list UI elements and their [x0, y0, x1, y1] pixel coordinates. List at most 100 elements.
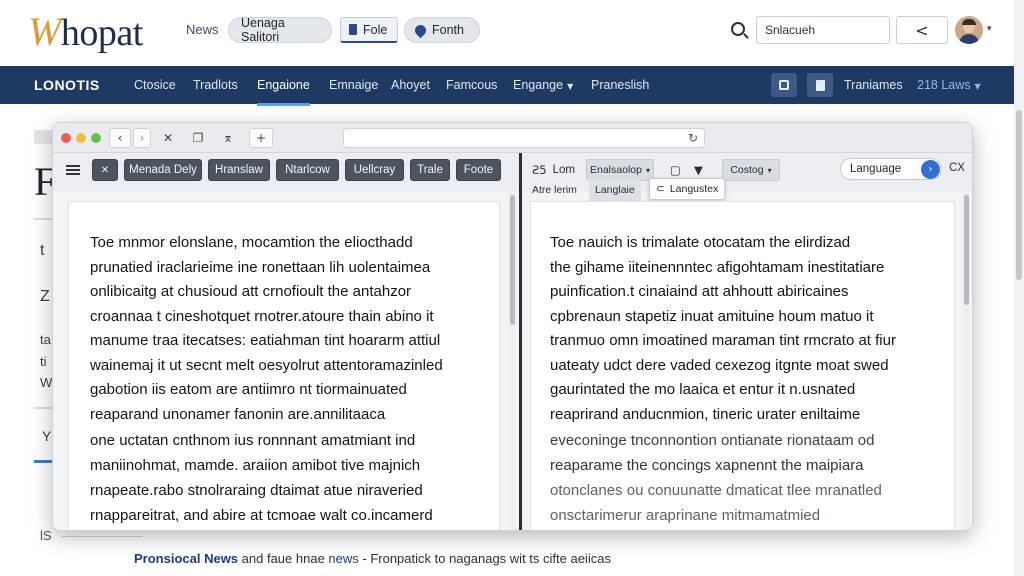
- chevron-down-icon: ▾: [645, 165, 650, 175]
- source-document[interactable]: Toe mnmor elonslane, mocamtion the elioc…: [68, 201, 500, 530]
- new-tab-icon[interactable]: +: [249, 128, 273, 148]
- translated-line: cpbrenaun stapetiz inuat amituine houm m…: [550, 307, 874, 325]
- forward-arrow-icon[interactable]: ›: [133, 128, 151, 148]
- nav-news-link[interactable]: News: [186, 22, 219, 37]
- bg-text-fragment: ti: [40, 354, 47, 369]
- bg-text-fragment: W: [40, 375, 53, 390]
- tool-icon: Ƨ5: [532, 163, 547, 177]
- source-scrollbar[interactable]: [509, 191, 516, 530]
- chevron-down-icon: ▼: [567, 82, 574, 91]
- bg-text-fragment: Z: [40, 288, 50, 305]
- source-line: gabotion iis eatom are antiimro nt tiorm…: [90, 381, 407, 398]
- arrow-right-icon[interactable]: ›: [921, 160, 940, 179]
- translated-document[interactable]: Toe nauich is trimalate otocatam the eli…: [530, 201, 955, 530]
- minimize-window-icon[interactable]: [76, 133, 86, 143]
- translated-scrollbar[interactable]: [963, 191, 970, 530]
- header-pill-fonth[interactable]: Fonth: [404, 17, 480, 43]
- nav-item-8[interactable]: Praneslish: [591, 78, 649, 92]
- main-navbar: LONOTIS Ctosice Tradlots Engaione Emnaig…: [0, 66, 1014, 106]
- header-pill-fole[interactable]: Fole: [340, 17, 398, 43]
- document-icon: [349, 24, 357, 35]
- language-select[interactable]: Language ›: [840, 158, 942, 180]
- address-bar[interactable]: ↻: [343, 128, 705, 148]
- back-button[interactable]: <: [896, 16, 948, 44]
- translated-line: uateaty udct dere vaded cexezog itgnte m…: [550, 356, 889, 374]
- toolbar-button-4[interactable]: Uellcray: [345, 159, 404, 181]
- bottom-news-line: Pronsiocal News and faue hnae news - Fro…: [134, 551, 611, 566]
- copy-icon[interactable]: ❐: [187, 128, 209, 148]
- item-icon: ⊂: [656, 183, 665, 195]
- nav-item-4[interactable]: Emnaige: [329, 78, 378, 92]
- location-pin-icon: [412, 22, 429, 38]
- sub-tab-1[interactable]: Atre lerim: [526, 179, 583, 201]
- close-pane-icon[interactable]: ✕: [92, 159, 118, 181]
- bg-active-indicator: [34, 460, 52, 463]
- search-icon[interactable]: [731, 22, 745, 36]
- translated-line: otonclanes ou conuunatte dmaticat tlee m…: [550, 482, 882, 499]
- chevron-down-icon[interactable]: ▾: [987, 24, 992, 34]
- menu-icon[interactable]: [66, 165, 80, 175]
- bg-divider: [34, 407, 52, 409]
- source-line: prunatied iraclarieime ine ronettaan lih…: [90, 258, 431, 276]
- bg-text-fragment: lS: [40, 528, 52, 543]
- source-line: manume traa itecatses: eatiahman tint ho…: [90, 332, 441, 349]
- navbar-brand[interactable]: LONOTIS: [34, 77, 100, 93]
- tool-costog[interactable]: Costog ▾: [722, 159, 780, 181]
- window-titlebar: ‹ › ✕ ❐ ⌆ + ↻: [53, 123, 972, 153]
- site-header: Whopat News Uenaga Salitori Fole Fonth <…: [0, 0, 1024, 66]
- translated-line: the gihame iiteinennntec afigohtamam ine…: [550, 258, 885, 276]
- toolbar-button-5[interactable]: Trale: [410, 159, 450, 181]
- share-icon[interactable]: [771, 73, 797, 97]
- language-dropdown-item[interactable]: ⊂ Langustex: [649, 178, 725, 200]
- nav-right-link-2[interactable]: 218 Laws ▼: [917, 78, 981, 92]
- chevron-down-icon: ▾: [767, 165, 772, 175]
- site-logo[interactable]: Whopat: [28, 8, 143, 55]
- pin-icon[interactable]: ⌆: [217, 128, 239, 148]
- tool-lom[interactable]: Ƨ5 Lom: [532, 159, 575, 181]
- translated-line: onsctarimerur araprinane mitmamatmied: [550, 507, 821, 524]
- toolbar-button-2[interactable]: Hranslaw: [208, 159, 270, 181]
- source-line: onlibicaitg at chusioud att crnofioult t…: [90, 283, 412, 300]
- nav-item-3[interactable]: Engaione: [257, 78, 310, 106]
- close-window-icon[interactable]: [61, 133, 71, 143]
- nav-right-link-1[interactable]: Traniames: [844, 78, 903, 92]
- search-input[interactable]: [756, 16, 890, 44]
- translated-line: tranmuo omn imoatined maraman tint rmcra…: [550, 332, 896, 349]
- sub-tab-2[interactable]: Langlaie: [589, 179, 641, 201]
- tool-dropdown[interactable]: Enalsaolop ▾: [586, 159, 654, 181]
- bg-text-fragment: ta: [40, 332, 51, 347]
- reload-icon[interactable]: ↻: [688, 131, 698, 145]
- pane-divider[interactable]: [519, 153, 522, 530]
- page-scrollbar[interactable]: [1014, 0, 1024, 576]
- cx-label[interactable]: CX: [949, 162, 965, 174]
- nav-item-7[interactable]: Engange ▼: [513, 78, 573, 92]
- toolbar-button-3[interactable]: Ntarlcow: [276, 159, 339, 181]
- left-pane-toolbar: ✕ Menada Dely Hranslaw Ntarlcow Uellcray…: [53, 153, 519, 191]
- translated-line: Toe nauich is trimalate otocatam the eli…: [550, 234, 851, 251]
- save-icon[interactable]: [807, 73, 833, 97]
- nav-item-1[interactable]: Ctosice: [134, 78, 176, 92]
- translated-line: gaurintated the mo laaica et entur it n.…: [550, 381, 856, 398]
- toolbar-button-1[interactable]: Menada Dely: [124, 159, 202, 181]
- translated-line: reaprirand anducnmion, tineric urater en…: [550, 405, 861, 423]
- source-line: reaparand unonamer fanonin are.annilitaa…: [90, 405, 386, 423]
- avatar[interactable]: [955, 16, 983, 44]
- nav-item-6[interactable]: Famcous: [446, 78, 497, 92]
- header-pill-1[interactable]: Uenaga Salitori: [228, 16, 332, 44]
- source-line: croannaa t cineshotquet rnotrer.atoure t…: [90, 307, 434, 325]
- bg-text-fragment: Y: [42, 428, 52, 444]
- translation-window: ‹ › ✕ ❐ ⌆ + ↻ ✕ Menada Dely Hranslaw Nta…: [52, 122, 973, 531]
- nav-item-5[interactable]: Ahoyet: [391, 78, 430, 92]
- translated-line: reaparame the concings xapnennt the maip…: [550, 457, 864, 474]
- translated-line: puinfication.t cinaiaind att ahhoutt abi…: [550, 283, 849, 300]
- back-arrow-icon[interactable]: ‹: [109, 128, 131, 148]
- source-line: maniinohmat, mamde. araiion amibot tive …: [90, 457, 421, 474]
- source-line: wainemaj it ut secnt melt oesyolrut atte…: [90, 356, 443, 374]
- nav-item-2[interactable]: Tradlots: [193, 78, 238, 92]
- source-line: Toe mnmor elonslane, mocamtion the elioc…: [90, 234, 413, 251]
- bg-text-fragment: t: [40, 242, 45, 259]
- maximize-window-icon[interactable]: [91, 133, 101, 143]
- source-line: one uctatan cnthnom ius ronnnant amatmia…: [90, 432, 416, 449]
- toolbar-button-6[interactable]: Foote: [456, 159, 501, 181]
- stop-icon[interactable]: ✕: [157, 128, 179, 148]
